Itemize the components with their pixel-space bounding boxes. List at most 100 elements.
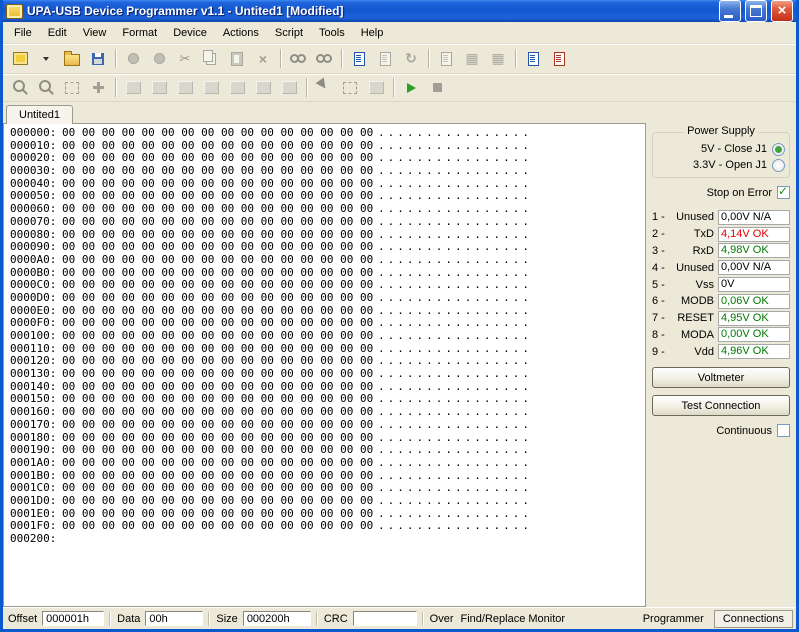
stop-on-error-checkbox[interactable] xyxy=(777,184,790,199)
app-icon xyxy=(6,3,23,19)
hex-ascii: ................ xyxy=(378,202,532,216)
menu-item-actions[interactable]: Actions xyxy=(215,24,267,42)
status-tab-programmer[interactable]: Programmer xyxy=(635,611,712,627)
hex-row: 0001A0: 00 00 00 00 00 00 00 00 00 00 00 … xyxy=(10,455,645,470)
power-option-label: 3.3V - Open J1 xyxy=(693,159,767,171)
voltmeter-button[interactable]: Voltmeter xyxy=(652,367,790,389)
zoom-out-icon[interactable] xyxy=(34,76,58,99)
toolbar-separator xyxy=(306,78,307,97)
hex-row: 0000D0: 00 00 00 00 00 00 00 00 00 00 00 … xyxy=(10,290,645,305)
hex-address: 000000: xyxy=(10,126,57,139)
buffer-5-icon[interactable] xyxy=(225,76,249,99)
hex-bytes: 00 00 00 00 00 00 00 00 00 00 00 00 00 0… xyxy=(62,493,374,507)
pin-row: 3 - RxD 4,98V OK xyxy=(652,243,790,260)
chip-dropdown-icon[interactable] xyxy=(34,47,58,70)
pin-row: 8 - MODA 0,00V OK xyxy=(652,327,790,344)
write-device-icon[interactable] xyxy=(147,47,171,70)
new-window-icon[interactable] xyxy=(373,47,397,70)
pin-name: MODA xyxy=(681,328,714,341)
continuous-row[interactable]: Continuous xyxy=(652,422,790,439)
hex-ascii: ................ xyxy=(378,367,532,381)
hex-bytes: 00 00 00 00 00 00 00 00 00 00 00 00 00 0… xyxy=(62,455,374,469)
device-info-icon[interactable] xyxy=(521,47,545,70)
hex-address: 0001D0: xyxy=(10,493,57,507)
buffer-4-icon[interactable] xyxy=(199,76,223,99)
buffer-7-icon[interactable] xyxy=(277,76,301,99)
run-script-icon[interactable] xyxy=(399,76,423,99)
hex-address: 0000A0: xyxy=(10,252,57,266)
buffer-1-icon[interactable] xyxy=(121,76,145,99)
power-option-2[interactable]: 3.3V - Open J1 xyxy=(657,157,785,173)
edit-mode-icon[interactable] xyxy=(364,76,388,99)
size-field[interactable]: 000200h xyxy=(242,611,311,626)
power-option-1[interactable]: 5V - Close J1 xyxy=(657,141,785,157)
find-icon[interactable] xyxy=(286,47,310,70)
select-range-icon[interactable] xyxy=(338,76,362,99)
maximize-button[interactable] xyxy=(745,0,767,22)
goto-address-icon[interactable] xyxy=(86,76,110,99)
checksum-icon[interactable] xyxy=(460,47,484,70)
pin-number: 4 - xyxy=(652,261,665,274)
pin-name: TxD xyxy=(693,228,714,241)
test-connection-button[interactable]: Test Connection xyxy=(652,395,790,417)
stop-script-icon[interactable] xyxy=(425,76,449,99)
hex-bytes: 00 00 00 00 00 00 00 00 00 00 00 00 00 0… xyxy=(62,214,374,228)
cut-icon[interactable] xyxy=(173,47,197,70)
copy-icon[interactable] xyxy=(199,47,223,70)
title-bar[interactable]: UPA-USB Device Programmer v1.1 - Untited… xyxy=(3,0,796,22)
radio-button[interactable] xyxy=(772,142,785,156)
pointer-icon[interactable] xyxy=(312,76,336,99)
menu-item-tools[interactable]: Tools xyxy=(311,24,353,42)
app-window: UPA-USB Device Programmer v1.1 - Untited… xyxy=(0,0,799,632)
hex-bytes: 00 00 00 00 00 00 00 00 00 00 00 00 00 0… xyxy=(62,290,374,304)
pin-number: 1 - xyxy=(652,211,665,224)
radio-button[interactable] xyxy=(772,158,785,172)
buffer-2-icon[interactable] xyxy=(147,76,171,99)
script-editor-icon[interactable] xyxy=(347,47,371,70)
minimize-button[interactable] xyxy=(719,0,741,22)
open-file-icon[interactable] xyxy=(60,47,84,70)
close-button[interactable] xyxy=(771,0,793,22)
save-icon[interactable] xyxy=(86,47,110,70)
hex-bytes: 00 00 00 00 00 00 00 00 00 00 00 00 00 0… xyxy=(62,240,374,254)
continuous-checkbox[interactable] xyxy=(777,424,790,438)
hex-editor[interactable]: 000000: 00 00 00 00 00 00 00 00 00 00 00 … xyxy=(3,123,646,607)
hex-ascii: ................ xyxy=(378,405,532,419)
hex-address: 000190: xyxy=(10,443,57,457)
hex-address: 000200: xyxy=(10,532,57,545)
programmer-chip-icon[interactable] xyxy=(8,47,32,70)
delete-icon[interactable] xyxy=(251,47,275,70)
fill-buffer-icon[interactable] xyxy=(486,47,510,70)
offset-field[interactable]: 000001h xyxy=(42,611,105,626)
buffer-6-icon[interactable] xyxy=(251,76,275,99)
hex-row: 000090: 00 00 00 00 00 00 00 00 00 00 00 … xyxy=(10,240,645,254)
read-device-icon[interactable] xyxy=(121,47,145,70)
status-tab-connections[interactable]: Connections xyxy=(713,609,793,628)
menu-item-help[interactable]: Help xyxy=(353,24,392,42)
menu-item-edit[interactable]: Edit xyxy=(40,24,75,42)
hex-address: 000170: xyxy=(10,417,57,431)
buffer-3-icon[interactable] xyxy=(173,76,197,99)
menu-item-file[interactable]: File xyxy=(6,24,40,42)
find-next-icon[interactable] xyxy=(312,47,336,70)
hex-ascii: ................ xyxy=(378,290,532,304)
zoom-in-icon[interactable] xyxy=(8,76,32,99)
stop-on-error-row[interactable]: Stop on Error xyxy=(652,184,790,201)
pin-value: 0,00V N/A xyxy=(718,209,790,225)
refresh-icon[interactable] xyxy=(399,47,423,70)
toolbar-separator xyxy=(515,49,516,68)
menu-item-view[interactable]: View xyxy=(75,24,115,42)
tab-untited1[interactable]: Untited1 xyxy=(6,105,73,124)
select-block-icon[interactable] xyxy=(60,76,84,99)
paste-icon[interactable] xyxy=(225,47,249,70)
pin-number: 3 - xyxy=(652,244,665,257)
options-icon[interactable] xyxy=(547,47,571,70)
menu-item-device[interactable]: Device xyxy=(165,24,215,42)
menu-item-format[interactable]: Format xyxy=(114,24,165,42)
status-bar: Offset 000001h Data 00h Size 000200h CRC… xyxy=(3,607,796,629)
compare-icon[interactable] xyxy=(434,47,458,70)
maximize-icon xyxy=(750,5,762,17)
data-field[interactable]: 00h xyxy=(145,611,204,626)
hex-address: 000070: xyxy=(10,214,57,228)
menu-item-script[interactable]: Script xyxy=(267,24,311,42)
